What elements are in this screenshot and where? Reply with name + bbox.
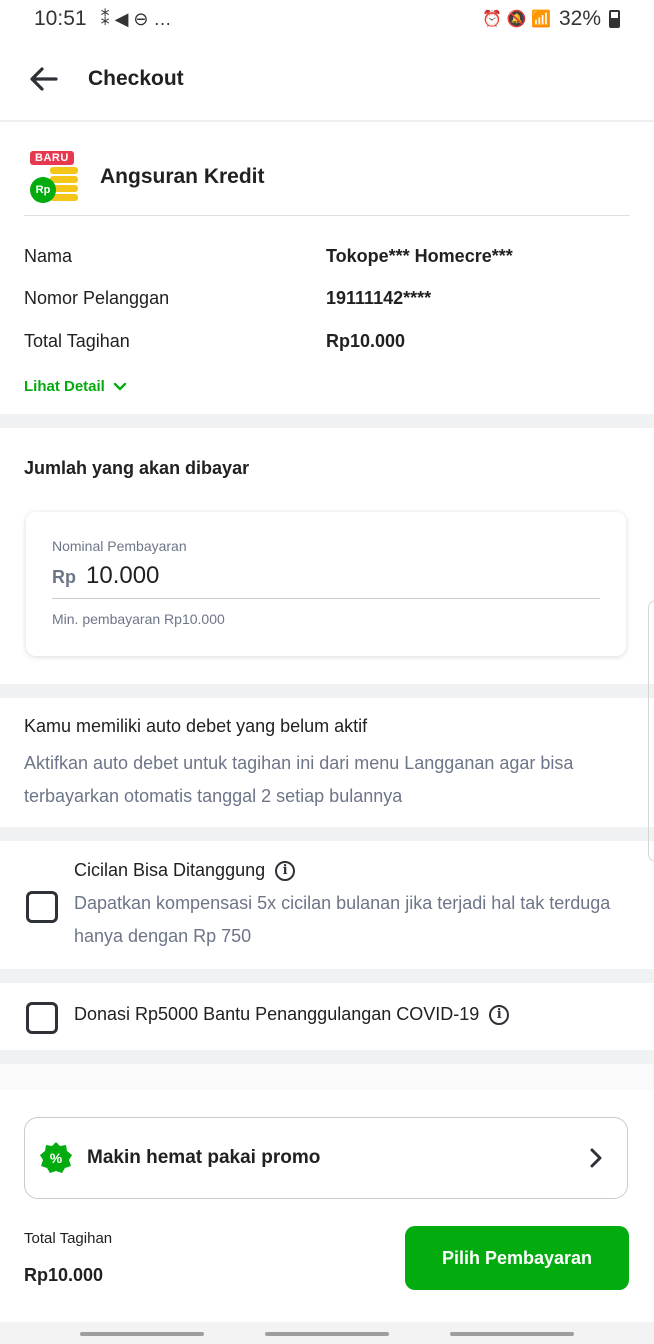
info-icon[interactable]: i: [275, 860, 296, 881]
donation-label: Donasi Rp5000 Bantu Penanggulangan COVID…: [74, 1004, 480, 1024]
nav-recent-button[interactable]: [80, 1332, 204, 1336]
section-divider: [0, 1064, 654, 1090]
section-divider: [0, 969, 654, 983]
autodebet-description: Aktifkan auto debet untuk tagihan ini da…: [24, 753, 574, 806]
autodebet-title: Kamu memiliki auto debet yang belum akti…: [24, 716, 368, 736]
payment-section-title: Jumlah yang akan dibayar: [24, 458, 250, 478]
back-button[interactable]: [24, 59, 64, 99]
app-header: Checkout: [0, 38, 654, 122]
amount-field-label: Nominal Pembayaran: [52, 538, 187, 554]
bill-value: Tokope*** Homecre***: [326, 246, 513, 266]
bill-label: Total Tagihan: [24, 331, 130, 351]
arrow-left-icon: [30, 67, 58, 91]
donation-checkbox[interactable]: [26, 1002, 58, 1034]
discount-icon: %: [40, 1142, 72, 1173]
donation-option: Donasi Rp5000 Bantu Penanggulangan COVID…: [74, 1004, 510, 1025]
page-title: Checkout: [88, 67, 184, 90]
system-icons: ⏰ 🔕 📶: [482, 11, 551, 28]
footer-total-value: Rp10.000: [24, 1265, 104, 1285]
battery-percent: 32%: [558, 7, 601, 30]
status-left: 10:51 ⁑ ◀ ⊖ …: [34, 7, 172, 31]
section-divider: [0, 684, 654, 698]
minimum-payment-hint: Min. pembayaran Rp10.000: [52, 611, 225, 627]
amount-input[interactable]: Rp 10.000: [52, 562, 600, 599]
rupiah-icon: Rp: [30, 176, 56, 203]
insurance-description: Dapatkan kompensasi 5x cicilan bulanan j…: [74, 893, 611, 946]
chevron-down-icon: [113, 382, 127, 390]
autodebet-notice: Kamu memiliki auto debet yang belum akti…: [24, 716, 630, 813]
bill-row-customer-number: Nomor Pelanggan 19111142****: [24, 288, 630, 309]
status-bar: 10:51 ⁑ ◀ ⊖ … ⏰ 🔕 📶 32%: [0, 0, 654, 38]
promo-label: Makin hemat pakai promo: [87, 1147, 321, 1168]
bill-value: 19111142****: [326, 288, 432, 308]
footer-total-label: Total Tagihan: [24, 1230, 113, 1247]
chevron-right-icon: [590, 1148, 602, 1168]
insurance-title: Cicilan Bisa Ditanggung: [74, 860, 266, 880]
product-header: BARU Rp Angsuran Kredit: [24, 138, 630, 216]
system-nav-bar: [0, 1322, 654, 1344]
see-detail-link[interactable]: Lihat Detail: [24, 378, 127, 395]
info-icon[interactable]: i: [489, 1004, 510, 1025]
status-right: ⏰ 🔕 📶 32%: [482, 7, 620, 31]
new-badge: BARU: [30, 150, 74, 165]
bill-value: Rp10.000: [326, 331, 406, 351]
payment-amount-card: Nominal Pembayaran Rp 10.000 Min. pembay…: [26, 512, 626, 656]
scroll-indicator[interactable]: [648, 600, 654, 862]
see-detail-label: Lihat Detail: [24, 378, 105, 395]
svg-text:%: %: [50, 1150, 63, 1166]
product-logo: BARU Rp: [24, 147, 84, 207]
bill-row-total: Total Tagihan Rp10.000: [24, 331, 630, 352]
promo-button[interactable]: % Makin hemat pakai promo: [24, 1117, 628, 1199]
bill-label: Nama: [24, 246, 73, 266]
product-name: Angsuran Kredit: [100, 164, 265, 188]
section-divider: [0, 1050, 654, 1064]
section-divider: [0, 827, 654, 841]
bill-row-name: Nama Tokope*** Homecre***: [24, 246, 630, 267]
insurance-checkbox[interactable]: [26, 891, 58, 923]
section-divider: [0, 414, 654, 428]
choose-payment-button[interactable]: Pilih Pembayaran: [405, 1226, 629, 1290]
nav-home-button[interactable]: [265, 1332, 389, 1336]
battery-icon: [609, 10, 620, 28]
amount-value[interactable]: 10.000: [86, 562, 159, 590]
currency-prefix: Rp: [52, 567, 76, 587]
status-time: 10:51: [34, 7, 87, 30]
insurance-option: Cicilan Bisa Ditanggung i Dapatkan kompe…: [74, 860, 634, 953]
nav-back-button[interactable]: [450, 1332, 574, 1336]
notification-icons: ⁑ ◀ ⊖ …: [100, 8, 172, 29]
insurance-title-row: Cicilan Bisa Ditanggung i: [74, 860, 634, 881]
bill-label: Nomor Pelanggan: [24, 288, 170, 308]
